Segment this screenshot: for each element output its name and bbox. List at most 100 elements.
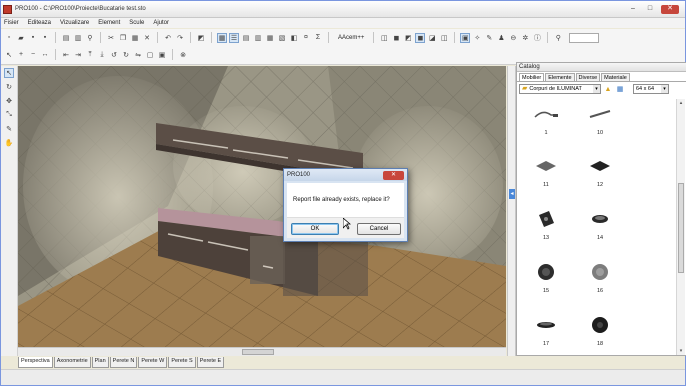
paste-icon[interactable]: ▦ bbox=[130, 33, 140, 43]
camera-icon[interactable]: ▣ bbox=[460, 32, 471, 43]
cube-render-icon[interactable]: ◼ bbox=[415, 32, 426, 43]
undo-icon[interactable]: ↶ bbox=[163, 33, 173, 43]
catalog-item[interactable]: 10 bbox=[583, 99, 617, 139]
ungroup-icon[interactable]: ▣ bbox=[157, 50, 167, 60]
measure-icon[interactable]: ↔ bbox=[40, 50, 50, 60]
catalog-item[interactable]: 15 bbox=[529, 257, 563, 297]
save-icon[interactable]: ▪ bbox=[28, 33, 38, 43]
catalog-item[interactable]: 1 bbox=[529, 99, 563, 139]
find-icon[interactable]: ⚲ bbox=[85, 33, 95, 43]
walk-icon[interactable]: ♟ bbox=[496, 33, 506, 43]
catalog-item[interactable]: 12 bbox=[583, 151, 617, 191]
collapse-arrow-icon[interactable]: ◂ bbox=[509, 189, 515, 199]
group-icon[interactable]: ▢ bbox=[145, 50, 155, 60]
hand-tool-icon[interactable]: ✋ bbox=[4, 138, 14, 148]
tab-mobilier[interactable]: Mobilier bbox=[519, 73, 545, 81]
ok-button[interactable]: OK bbox=[291, 223, 339, 235]
cut-icon[interactable]: ✂ bbox=[106, 33, 116, 43]
rotate-tool-icon[interactable]: ↻ bbox=[4, 82, 14, 92]
align-left-icon[interactable]: ⇤ bbox=[61, 50, 71, 60]
catalog-icon[interactable]: ▧ bbox=[277, 33, 287, 43]
tab-perete-s[interactable]: Perete S bbox=[168, 357, 196, 368]
catalog-item[interactable]: 13 bbox=[529, 204, 563, 244]
print-preview-icon[interactable]: ▥ bbox=[73, 33, 83, 43]
close-button[interactable]: ✕ bbox=[661, 4, 679, 14]
price-icon[interactable]: ¤ bbox=[301, 33, 311, 43]
pen-icon[interactable]: ✎ bbox=[484, 33, 494, 43]
table-icon[interactable]: ▤ bbox=[241, 33, 251, 43]
info-icon[interactable]: ⓘ bbox=[532, 33, 542, 43]
tab-materiale[interactable]: Materiale bbox=[601, 73, 630, 81]
magic-icon[interactable]: ✧ bbox=[472, 33, 482, 43]
tab-plan[interactable]: Plan bbox=[91, 357, 109, 368]
catalog-scroll-thumb[interactable] bbox=[678, 183, 684, 273]
wizard-icon[interactable]: ◩ bbox=[196, 33, 206, 43]
catalog-folder-select[interactable]: ▰ Corpuri de ILUMINAT ▾ bbox=[519, 84, 601, 94]
cancel-button[interactable]: Cancel bbox=[357, 223, 401, 235]
rotate-right-icon[interactable]: ↻ bbox=[121, 50, 131, 60]
tab-perspectiva[interactable]: Perspectiva bbox=[18, 357, 53, 368]
dialog-close-button[interactable]: ✕ bbox=[383, 170, 404, 180]
menu-vizualizare[interactable]: Vizualizare bbox=[60, 20, 89, 26]
view-mode-icon[interactable]: ▦ bbox=[615, 84, 625, 94]
add-icon[interactable]: + bbox=[16, 50, 26, 60]
report-icon[interactable]: ▦ bbox=[217, 32, 227, 43]
zoom-icon[interactable]: ⚲ bbox=[553, 33, 563, 43]
delete-icon[interactable]: ✕ bbox=[142, 33, 152, 43]
cube-shadow-icon[interactable]: ◫ bbox=[439, 33, 449, 43]
cube-solid-icon[interactable]: ◼ bbox=[391, 33, 401, 43]
catalog-item[interactable]: 11 bbox=[529, 151, 563, 191]
hscroll-thumb[interactable] bbox=[242, 349, 274, 355]
accent-label[interactable]: AAcem++ bbox=[334, 35, 368, 41]
menu-element[interactable]: Element bbox=[98, 20, 120, 26]
catalog-item[interactable]: 14 bbox=[583, 204, 617, 244]
align-down-icon[interactable]: ⤓ bbox=[97, 50, 107, 60]
zoom-field[interactable] bbox=[569, 32, 600, 43]
thumb-size-select[interactable]: 64 x 64 ▾ bbox=[633, 84, 669, 94]
print-icon[interactable]: ▤ bbox=[61, 33, 71, 43]
mirror-icon[interactable]: ⇋ bbox=[133, 50, 143, 60]
align-right-icon[interactable]: ⇥ bbox=[73, 50, 83, 60]
catalog-item[interactable]: 17 bbox=[529, 310, 563, 350]
open-folder-icon[interactable]: ▰ bbox=[16, 33, 26, 43]
cube-icon[interactable]: ◫ bbox=[379, 33, 389, 43]
scroll-down-icon[interactable]: ▾ bbox=[677, 347, 685, 355]
menu-editeaza[interactable]: Editeaza bbox=[28, 20, 51, 26]
select-icon[interactable]: ↖ bbox=[4, 50, 14, 60]
new-file-icon[interactable]: ▫ bbox=[4, 33, 14, 43]
pointer-tool-icon[interactable]: ↖ bbox=[4, 68, 14, 78]
sum-icon[interactable]: Σ bbox=[313, 33, 323, 43]
list-icon[interactable]: ☰ bbox=[229, 32, 239, 43]
edit-tool-icon[interactable]: ✎ bbox=[4, 124, 14, 134]
scroll-up-icon[interactable]: ▴ bbox=[677, 99, 685, 107]
minus-icon[interactable]: − bbox=[28, 50, 38, 60]
align-up-icon[interactable]: ⤒ bbox=[85, 50, 95, 60]
panel-splitter[interactable]: ◂ bbox=[507, 66, 516, 356]
stop-icon[interactable]: ⊖ bbox=[508, 33, 518, 43]
menu-ajutor[interactable]: Ajutor bbox=[153, 20, 169, 26]
catalog-vscroll[interactable]: ▴ ▾ bbox=[676, 99, 685, 355]
copy-icon[interactable]: ❐ bbox=[118, 33, 128, 43]
cube-texture-icon[interactable]: ◩ bbox=[403, 33, 413, 43]
tab-axonometrie[interactable]: Axonometrie bbox=[53, 357, 91, 368]
settings-icon[interactable]: ✲ bbox=[520, 33, 530, 43]
tab-elemente[interactable]: Elemente bbox=[545, 73, 575, 81]
rotate-left-icon[interactable]: ↺ bbox=[109, 50, 119, 60]
move-tool-icon[interactable]: ✥ bbox=[4, 96, 14, 106]
menu-scule[interactable]: Scule bbox=[129, 20, 144, 26]
layers-icon[interactable]: ▥ bbox=[253, 33, 263, 43]
no-entry-icon[interactable]: ⊗ bbox=[178, 50, 188, 60]
save-as-icon[interactable]: ▪ bbox=[40, 33, 50, 43]
catalog-item[interactable]: 16 bbox=[583, 257, 617, 297]
material-icon[interactable]: ◧ bbox=[289, 33, 299, 43]
minimize-button[interactable]: – bbox=[627, 5, 639, 14]
cube-light-icon[interactable]: ◪ bbox=[427, 33, 437, 43]
tab-diverse[interactable]: Diverse bbox=[575, 73, 601, 81]
redo-icon[interactable]: ↷ bbox=[175, 33, 185, 43]
maximize-button[interactable]: □ bbox=[644, 5, 656, 14]
tab-perete-e[interactable]: Perete E bbox=[196, 357, 225, 368]
catalog-item[interactable]: 18 bbox=[583, 310, 617, 350]
menu-fisier[interactable]: Fisier bbox=[4, 20, 19, 26]
tab-perete-w[interactable]: Perete W bbox=[138, 357, 168, 368]
3d-viewport[interactable] bbox=[18, 66, 506, 347]
